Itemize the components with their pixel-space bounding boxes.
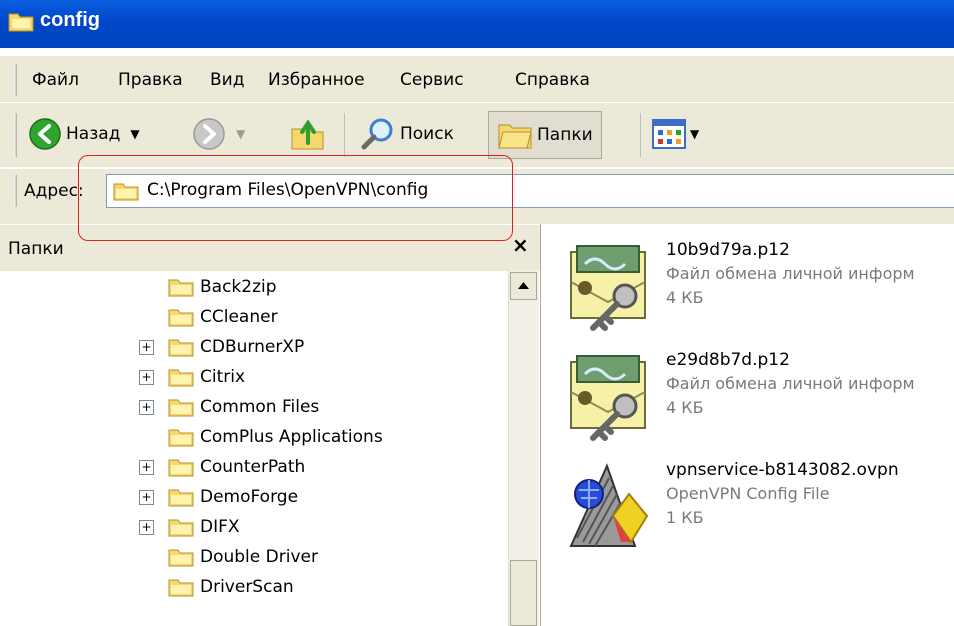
scroll-up-arrow-icon bbox=[518, 282, 529, 289]
address-grip bbox=[14, 175, 17, 207]
tree-item[interactable]: + DemoForge bbox=[139, 482, 299, 512]
expand-icon[interactable]: + bbox=[139, 460, 154, 475]
up-folder-icon bbox=[291, 119, 324, 150]
back-dropdown-icon[interactable]: ▼ bbox=[130, 127, 139, 141]
file-size: 1 КБ bbox=[666, 508, 704, 527]
tree-item[interactable]: + Citrix bbox=[139, 362, 246, 392]
address-highlight-annotation bbox=[78, 155, 513, 241]
menu-grip bbox=[14, 64, 17, 96]
back-arrow-icon bbox=[29, 118, 61, 150]
folders-icon bbox=[498, 124, 532, 149]
address-label: Адрес: bbox=[24, 181, 84, 201]
tree-item[interactable]: + Common Files bbox=[139, 392, 320, 422]
folder-icon bbox=[168, 307, 194, 327]
tree-item-label: DemoForge bbox=[200, 487, 299, 507]
tree-item[interactable]: + CDBurnerXP bbox=[139, 332, 305, 362]
openvpn-config-icon bbox=[563, 458, 653, 558]
views-dropdown-icon[interactable]: ▼ bbox=[690, 127, 699, 141]
folder-icon bbox=[168, 367, 194, 387]
expand-icon[interactable]: + bbox=[139, 370, 154, 385]
tree-item[interactable]: + DIFX bbox=[139, 512, 240, 542]
certificate-icon bbox=[563, 238, 653, 338]
file-type: Файл обмена личной информ bbox=[666, 264, 915, 283]
toolbar-grip bbox=[14, 113, 17, 157]
folder-icon bbox=[168, 427, 194, 447]
folders-pane: Папки × Back2zip CCleaner + CDBurnerXP + Citr… bbox=[0, 224, 541, 626]
tree-item-label: Double Driver bbox=[200, 547, 318, 567]
folder-icon bbox=[8, 13, 34, 32]
search-label: Поиск bbox=[400, 124, 454, 144]
file-name: vpnservice-b8143082.ovpn bbox=[666, 460, 899, 480]
tree-item[interactable]: DriverScan bbox=[140, 572, 294, 602]
forward-arrow-icon bbox=[193, 118, 225, 150]
tree-item[interactable]: Double Driver bbox=[140, 542, 318, 572]
close-icon[interactable]: × bbox=[512, 233, 529, 257]
file-size: 4 КБ bbox=[666, 398, 704, 417]
folder-icon bbox=[168, 517, 194, 537]
menu-tools[interactable]: Сервис bbox=[400, 70, 464, 90]
tree-item-label: CCleaner bbox=[200, 307, 278, 327]
file-type: OpenVPN Config File bbox=[666, 484, 830, 503]
menu-favorites[interactable]: Избранное bbox=[268, 70, 365, 90]
back-button[interactable]: Назад ▼ bbox=[28, 111, 140, 157]
tree-item-label: DIFX bbox=[200, 517, 240, 537]
window-title: config bbox=[40, 9, 100, 31]
expand-icon[interactable]: + bbox=[139, 400, 154, 415]
title-bar: config bbox=[0, 0, 954, 48]
file-size: 4 КБ bbox=[666, 288, 704, 307]
file-name: e29d8b7d.p12 bbox=[666, 350, 790, 370]
folders-scrollbar[interactable] bbox=[508, 270, 539, 626]
folder-icon bbox=[168, 457, 194, 477]
file-item[interactable]: 10b9d79a.p12 Файл обмена личной информ 4 К… bbox=[541, 238, 954, 358]
certificate-icon bbox=[563, 348, 653, 448]
folders-button[interactable]: Папки bbox=[488, 111, 602, 159]
file-name: 10b9d79a.p12 bbox=[666, 240, 790, 260]
menu-file[interactable]: Файл bbox=[32, 70, 79, 90]
menu-bar: Файл Правка Вид Избранное Сервис Справка bbox=[0, 56, 954, 102]
up-folder-button[interactable] bbox=[290, 111, 326, 157]
tree-item[interactable]: CCleaner bbox=[140, 302, 278, 332]
expand-icon[interactable]: + bbox=[139, 490, 154, 505]
folder-icon bbox=[168, 487, 194, 507]
file-type: Файл обмена личной информ bbox=[666, 374, 915, 393]
tree-item[interactable]: ComPlus Applications bbox=[140, 422, 383, 452]
search-button[interactable]: Поиск bbox=[360, 111, 454, 157]
back-label: Назад bbox=[66, 124, 121, 144]
scroll-up-button[interactable] bbox=[510, 272, 537, 300]
folder-icon bbox=[168, 337, 194, 357]
expand-icon[interactable]: + bbox=[139, 520, 154, 535]
search-icon bbox=[361, 118, 393, 150]
forward-button[interactable]: ▼ bbox=[192, 111, 245, 157]
views-button[interactable]: ▼ bbox=[652, 111, 699, 157]
scroll-thumb[interactable] bbox=[510, 560, 537, 626]
file-item[interactable]: e29d8b7d.p12 Файл обмена личной информ 4 К… bbox=[541, 348, 954, 468]
tree-item-label: DriverScan bbox=[200, 577, 294, 597]
tree-item-label: ComPlus Applications bbox=[200, 427, 383, 447]
views-icon bbox=[652, 119, 686, 149]
menu-view[interactable]: Вид bbox=[210, 70, 244, 90]
toolbar-separator-2 bbox=[640, 113, 642, 157]
tree-item-label: CDBurnerXP bbox=[200, 337, 305, 357]
folders-label: Папки bbox=[537, 125, 593, 145]
file-list: 10b9d79a.p12 Файл обмена личной информ 4 К… bbox=[541, 224, 954, 626]
tree-item[interactable]: + CounterPath bbox=[139, 452, 306, 482]
tree-item[interactable]: Back2zip bbox=[140, 272, 277, 302]
folder-icon bbox=[168, 577, 194, 597]
tree-item-label: Common Files bbox=[200, 397, 320, 417]
file-item[interactable]: vpnservice-b8143082.ovpn OpenVPN Config F… bbox=[541, 458, 954, 578]
toolbar-separator bbox=[344, 113, 346, 157]
expand-icon[interactable]: + bbox=[139, 340, 154, 355]
tree-item-label: Back2zip bbox=[200, 277, 277, 297]
tree-item-label: CounterPath bbox=[200, 457, 306, 477]
menu-edit[interactable]: Правка bbox=[118, 70, 183, 90]
folder-icon bbox=[168, 547, 194, 567]
forward-dropdown-icon[interactable]: ▼ bbox=[236, 127, 245, 141]
menu-help[interactable]: Справка bbox=[515, 70, 590, 90]
folder-icon bbox=[168, 277, 194, 297]
tree-item-label: Citrix bbox=[200, 367, 246, 387]
folder-icon bbox=[168, 397, 194, 417]
folders-pane-title: Папки bbox=[8, 239, 64, 259]
